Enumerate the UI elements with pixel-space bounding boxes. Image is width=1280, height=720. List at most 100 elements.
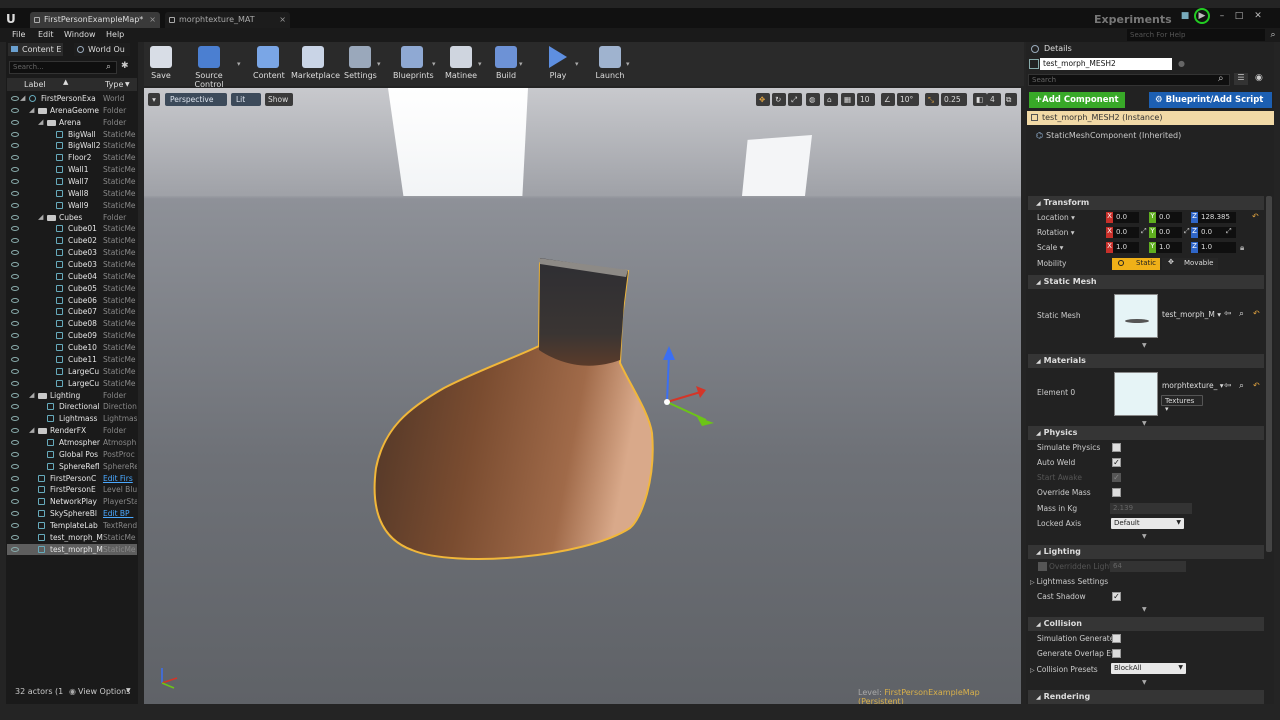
settings-button[interactable]: Settings bbox=[344, 44, 377, 84]
play-button[interactable]: Play bbox=[542, 44, 574, 84]
overridden-light-checkbox[interactable] bbox=[1038, 562, 1047, 571]
content-button[interactable]: Content bbox=[253, 44, 285, 84]
outliner-row[interactable]: test_morph_M StaticMe bbox=[7, 543, 137, 556]
blueprints-button[interactable]: Blueprints bbox=[393, 44, 434, 84]
grid-snap-value[interactable]: 10 bbox=[857, 93, 875, 106]
details-search-input[interactable]: Search bbox=[1028, 74, 1230, 86]
maximize-viewport-icon[interactable]: ⧉ bbox=[1005, 93, 1017, 106]
static-mesh-value[interactable]: test_morph_M ▾ bbox=[1162, 310, 1221, 319]
details-scrollbar[interactable] bbox=[1266, 196, 1272, 552]
chevron-down-icon[interactable]: ▾ bbox=[237, 60, 241, 68]
outliner-row[interactable]: ◢ Cubes Folder bbox=[7, 212, 137, 224]
visibility-eye-icon[interactable] bbox=[11, 522, 19, 528]
matinee-button[interactable]: Matinee bbox=[445, 44, 477, 84]
visibility-eye-icon[interactable] bbox=[11, 309, 19, 315]
outliner-row[interactable]: Cube04 StaticMe bbox=[7, 271, 137, 283]
visibility-eye-icon[interactable] bbox=[11, 119, 19, 125]
close-icon[interactable]: × bbox=[149, 15, 156, 24]
settings-icon[interactable]: ✱ bbox=[121, 61, 129, 71]
visibility-eye-icon[interactable] bbox=[11, 167, 19, 173]
outliner-row[interactable]: Cube02 StaticMe bbox=[7, 235, 137, 247]
viewport-menu-button[interactable]: ▾ bbox=[148, 93, 160, 106]
visibility-eye-icon[interactable] bbox=[11, 202, 19, 208]
browse-search-icon[interactable]: ⌕ bbox=[1239, 309, 1244, 319]
reset-icon[interactable]: ↶ bbox=[1253, 381, 1260, 390]
expand-arrow-icon[interactable]: ◢ bbox=[20, 94, 25, 102]
material-thumbnail[interactable] bbox=[1114, 372, 1158, 416]
outliner-row[interactable]: Wall9 StaticMe bbox=[7, 200, 137, 212]
scale-snap-value[interactable]: 0.25 bbox=[941, 93, 967, 106]
outliner-row[interactable]: Cube03 StaticMe bbox=[7, 247, 137, 259]
outliner-row[interactable]: BigWall StaticMe bbox=[7, 129, 137, 141]
visibility-eye-icon[interactable] bbox=[11, 190, 19, 196]
tab-content-browser[interactable]: Content E bbox=[8, 43, 63, 56]
browse-search-icon[interactable]: ⌕ bbox=[1239, 381, 1244, 391]
outliner-row[interactable]: ◢ Arena Folder bbox=[7, 117, 137, 129]
outliner-row[interactable]: Cube10 StaticMe bbox=[7, 342, 137, 354]
scale-x-field[interactable]: 1.0 bbox=[1113, 242, 1139, 253]
reset-icon[interactable]: ↶ bbox=[1252, 212, 1259, 221]
expand-icon[interactable]: ▼ bbox=[1142, 606, 1147, 613]
rotation-y-field[interactable]: 0.0 bbox=[1156, 227, 1182, 238]
save-button[interactable]: Save bbox=[150, 44, 172, 84]
source-control-button[interactable]: Source Control bbox=[182, 44, 236, 89]
visibility-eye-icon[interactable] bbox=[11, 262, 19, 268]
minimize-icon[interactable]: – bbox=[1215, 11, 1229, 22]
menu-help[interactable]: Help bbox=[106, 30, 124, 39]
use-selected-icon[interactable]: ⇦ bbox=[1224, 309, 1232, 319]
outliner-row[interactable]: Cube08 StaticMe bbox=[7, 318, 137, 330]
reset-icon[interactable]: ↶ bbox=[1253, 309, 1260, 318]
tab-firstpersonexamplemap[interactable]: FirstPersonExampleMap* × bbox=[30, 12, 160, 28]
visibility-eye-icon[interactable] bbox=[11, 285, 19, 291]
outliner-row[interactable]: Floor2 StaticMe bbox=[7, 152, 137, 164]
visibility-eye-icon[interactable] bbox=[11, 155, 19, 161]
visibility-eye-icon[interactable] bbox=[11, 273, 19, 279]
simulate-physics-checkbox[interactable] bbox=[1112, 443, 1121, 452]
chevron-down-icon[interactable]: ▾ bbox=[519, 60, 523, 68]
static-mobility-button[interactable]: Static bbox=[1112, 258, 1160, 270]
visibility-eye-icon[interactable] bbox=[11, 96, 19, 101]
rotation-snap-icon[interactable]: ∠ bbox=[881, 93, 895, 106]
marketplace-button[interactable]: Marketplace bbox=[291, 44, 340, 84]
add-component-button[interactable]: +Add Component bbox=[1029, 92, 1125, 108]
outliner-row[interactable]: FirstPersonC Edit Firs bbox=[7, 473, 137, 485]
visibility-eye-icon[interactable] bbox=[11, 546, 19, 552]
outliner-row[interactable]: Cube03 StaticMe bbox=[7, 259, 137, 271]
use-selected-icon[interactable]: ⇦ bbox=[1224, 381, 1232, 391]
grid-snap-icon[interactable]: ▦ bbox=[841, 93, 855, 106]
translate-mode-icon[interactable]: ✥ bbox=[756, 93, 770, 106]
materials-section-header[interactable]: ◢ Materials bbox=[1028, 354, 1264, 368]
maximize-icon[interactable]: □ bbox=[1232, 11, 1246, 22]
chevron-down-icon[interactable]: ▾ bbox=[478, 60, 482, 68]
blueprint-add-script-button[interactable]: ⚙ Blueprint/Add Script bbox=[1149, 92, 1272, 108]
view-options-button[interactable]: View Options bbox=[78, 687, 130, 696]
chevron-down-icon[interactable]: ▾ bbox=[377, 60, 381, 68]
visibility-eye-icon[interactable] bbox=[11, 475, 19, 481]
outliner-row[interactable]: Cube01 StaticMe bbox=[7, 223, 137, 235]
chevron-down-icon[interactable]: ▾ bbox=[432, 60, 436, 68]
visibility-eye-icon[interactable] bbox=[11, 356, 19, 362]
outliner-row[interactable]: ◢ RenderFX Folder bbox=[7, 425, 137, 437]
lock-icon[interactable]: ● bbox=[1178, 59, 1185, 68]
edit-blueprint-link[interactable]: Edit Firs bbox=[103, 474, 137, 483]
expand-arrow-icon[interactable]: ◢ bbox=[29, 426, 34, 434]
location-label[interactable]: Location ▾ bbox=[1037, 213, 1075, 222]
surface-snap-icon[interactable]: ⌂ bbox=[824, 93, 838, 106]
lighting-section-header[interactable]: ◢ Lighting bbox=[1028, 545, 1264, 559]
expand-icon[interactable]: ▼ bbox=[1142, 679, 1147, 686]
outliner-row[interactable]: Wall1 StaticMe bbox=[7, 164, 137, 176]
lit-button[interactable]: Lit bbox=[231, 93, 261, 106]
simulation-generates-checkbox[interactable] bbox=[1112, 634, 1121, 643]
expand-arrow-icon[interactable]: ◢ bbox=[29, 391, 34, 399]
expand-arrow-icon[interactable]: ◢ bbox=[38, 118, 43, 126]
visibility-eye-icon[interactable] bbox=[11, 428, 19, 434]
expand-arrow-icon[interactable]: ◢ bbox=[29, 106, 34, 114]
expand-icon[interactable]: ▼ bbox=[1142, 533, 1147, 540]
world-local-icon[interactable]: ◍ bbox=[806, 93, 820, 106]
textures-dropdown[interactable]: Textures ▾ bbox=[1161, 395, 1203, 413]
location-x-field[interactable]: 0.0 bbox=[1113, 212, 1139, 223]
search-icon[interactable]: ⌕ bbox=[1266, 30, 1280, 41]
collision-section-header[interactable]: ◢ Collision bbox=[1028, 617, 1264, 631]
spin-icon[interactable]: ⤢ bbox=[1184, 227, 1190, 236]
visibility-eye-icon[interactable] bbox=[11, 404, 19, 410]
